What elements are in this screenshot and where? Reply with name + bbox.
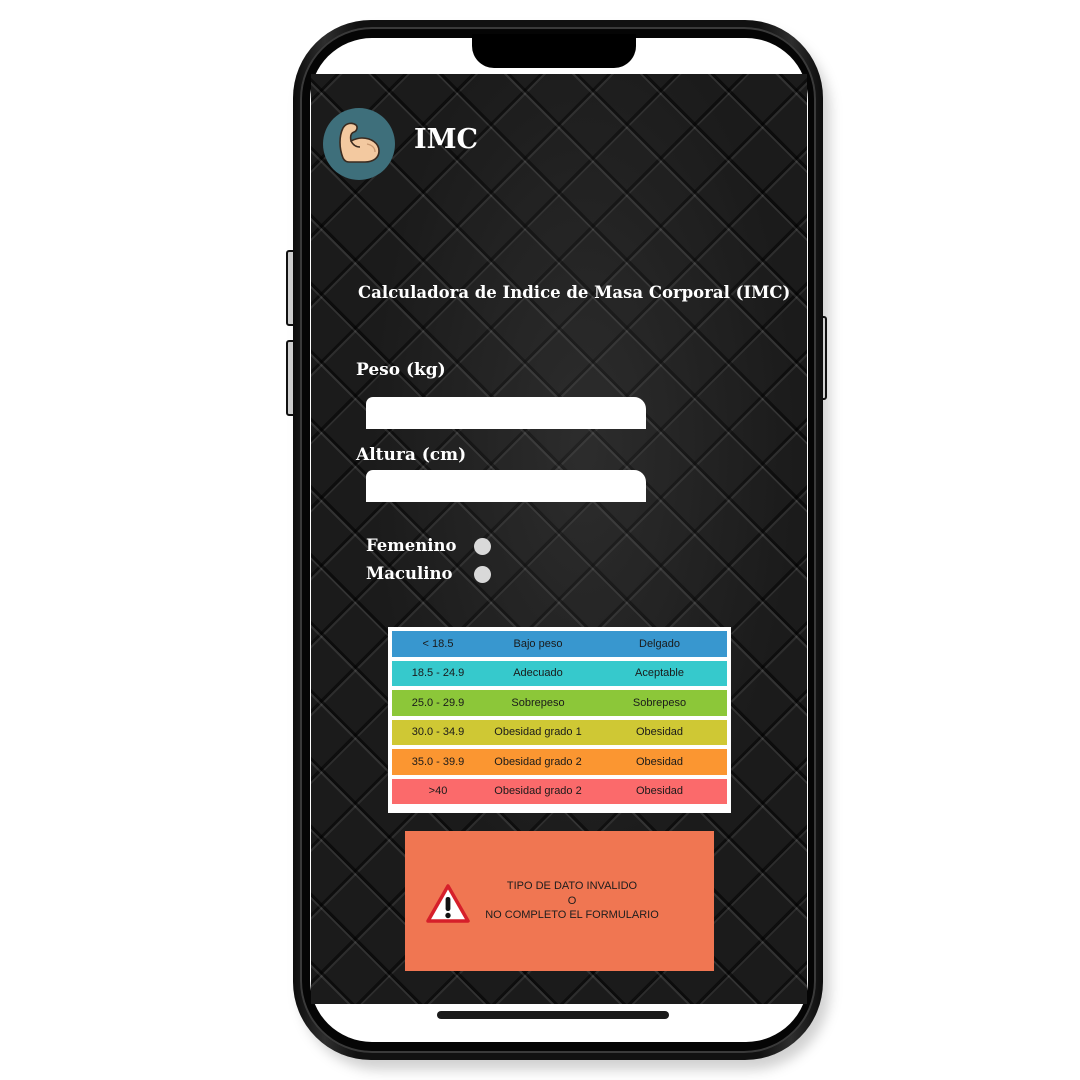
height-input[interactable] [366, 470, 646, 502]
error-text: TIPO DE DATO INVALIDO O NO COMPLETO EL F… [477, 879, 667, 923]
weight-label: Peso (kg) [356, 360, 446, 380]
bmi-category: Obesidad grado 2 [494, 785, 582, 798]
app-logo [323, 108, 395, 180]
error-line-2: O [567, 894, 577, 907]
bmi-description: Delgado [639, 637, 680, 650]
bmi-range: 35.0 - 39.9 [411, 755, 465, 768]
bmi-category: Adecuado [513, 667, 563, 680]
radio-femenino[interactable] [474, 538, 491, 555]
mockup-stage: IMC Calculadora de Indice de Masa Corpor… [0, 0, 1080, 1080]
weight-input[interactable] [366, 397, 646, 429]
bmi-description: Obesidad [635, 726, 684, 739]
bmi-row: 18.5 - 24.9 Adecuado Aceptable [392, 660, 727, 686]
bmi-range: 18.5 - 24.9 [411, 667, 465, 680]
bmi-row: >40 Obesidad grado 2 Obesidad [392, 778, 727, 804]
bmi-range: >40 [428, 785, 448, 798]
radio-masculino[interactable] [474, 566, 491, 583]
bmi-category: Sobrepeso [511, 696, 565, 709]
bmi-range: < 18.5 [422, 637, 454, 650]
app-title: IMC [414, 124, 479, 155]
error-message-box: TIPO DE DATO INVALIDO O NO COMPLETO EL F… [405, 831, 714, 971]
home-indicator [437, 1011, 669, 1019]
radio-label-masculino: Maculino [366, 564, 453, 583]
bmi-category: Bajo peso [513, 637, 563, 650]
bmi-row: < 18.5 Bajo peso Delgado [392, 631, 727, 657]
bmi-range: 25.0 - 29.9 [411, 696, 465, 709]
bmi-description: Aceptable [635, 667, 684, 680]
warning-triangle-icon [426, 884, 470, 923]
bmi-range: 30.0 - 34.9 [411, 726, 465, 739]
phone-notch [472, 34, 636, 68]
bmi-reference-table: < 18.5 Bajo peso Delgado 18.5 - 24.9 Ade… [388, 627, 731, 813]
bmi-row: 25.0 - 29.9 Sobrepeso Sobrepeso [392, 690, 727, 716]
bmi-category: Obesidad grado 1 [494, 726, 582, 739]
error-line-3: NO COMPLETO EL FORMULARIO [485, 909, 659, 921]
flexed-biceps-icon [339, 122, 380, 163]
radio-label-femenino: Femenino [366, 536, 457, 555]
bmi-description: Sobrepeso [632, 696, 687, 709]
bmi-category: Obesidad grado 2 [494, 755, 582, 768]
bmi-description: Obesidad [635, 755, 684, 768]
form-heading: Calculadora de Indice de Masa Corporal (… [358, 283, 791, 302]
bmi-description: Obesidad [635, 785, 684, 798]
height-label: Altura (cm) [356, 445, 467, 465]
bmi-row: 30.0 - 34.9 Obesidad grado 1 Obesidad [392, 719, 727, 745]
bmi-row: 35.0 - 39.9 Obesidad grado 2 Obesidad [392, 749, 727, 775]
error-line-1: TIPO DE DATO INVALIDO [506, 880, 638, 892]
app-screen: IMC Calculadora de Indice de Masa Corpor… [311, 74, 807, 1004]
